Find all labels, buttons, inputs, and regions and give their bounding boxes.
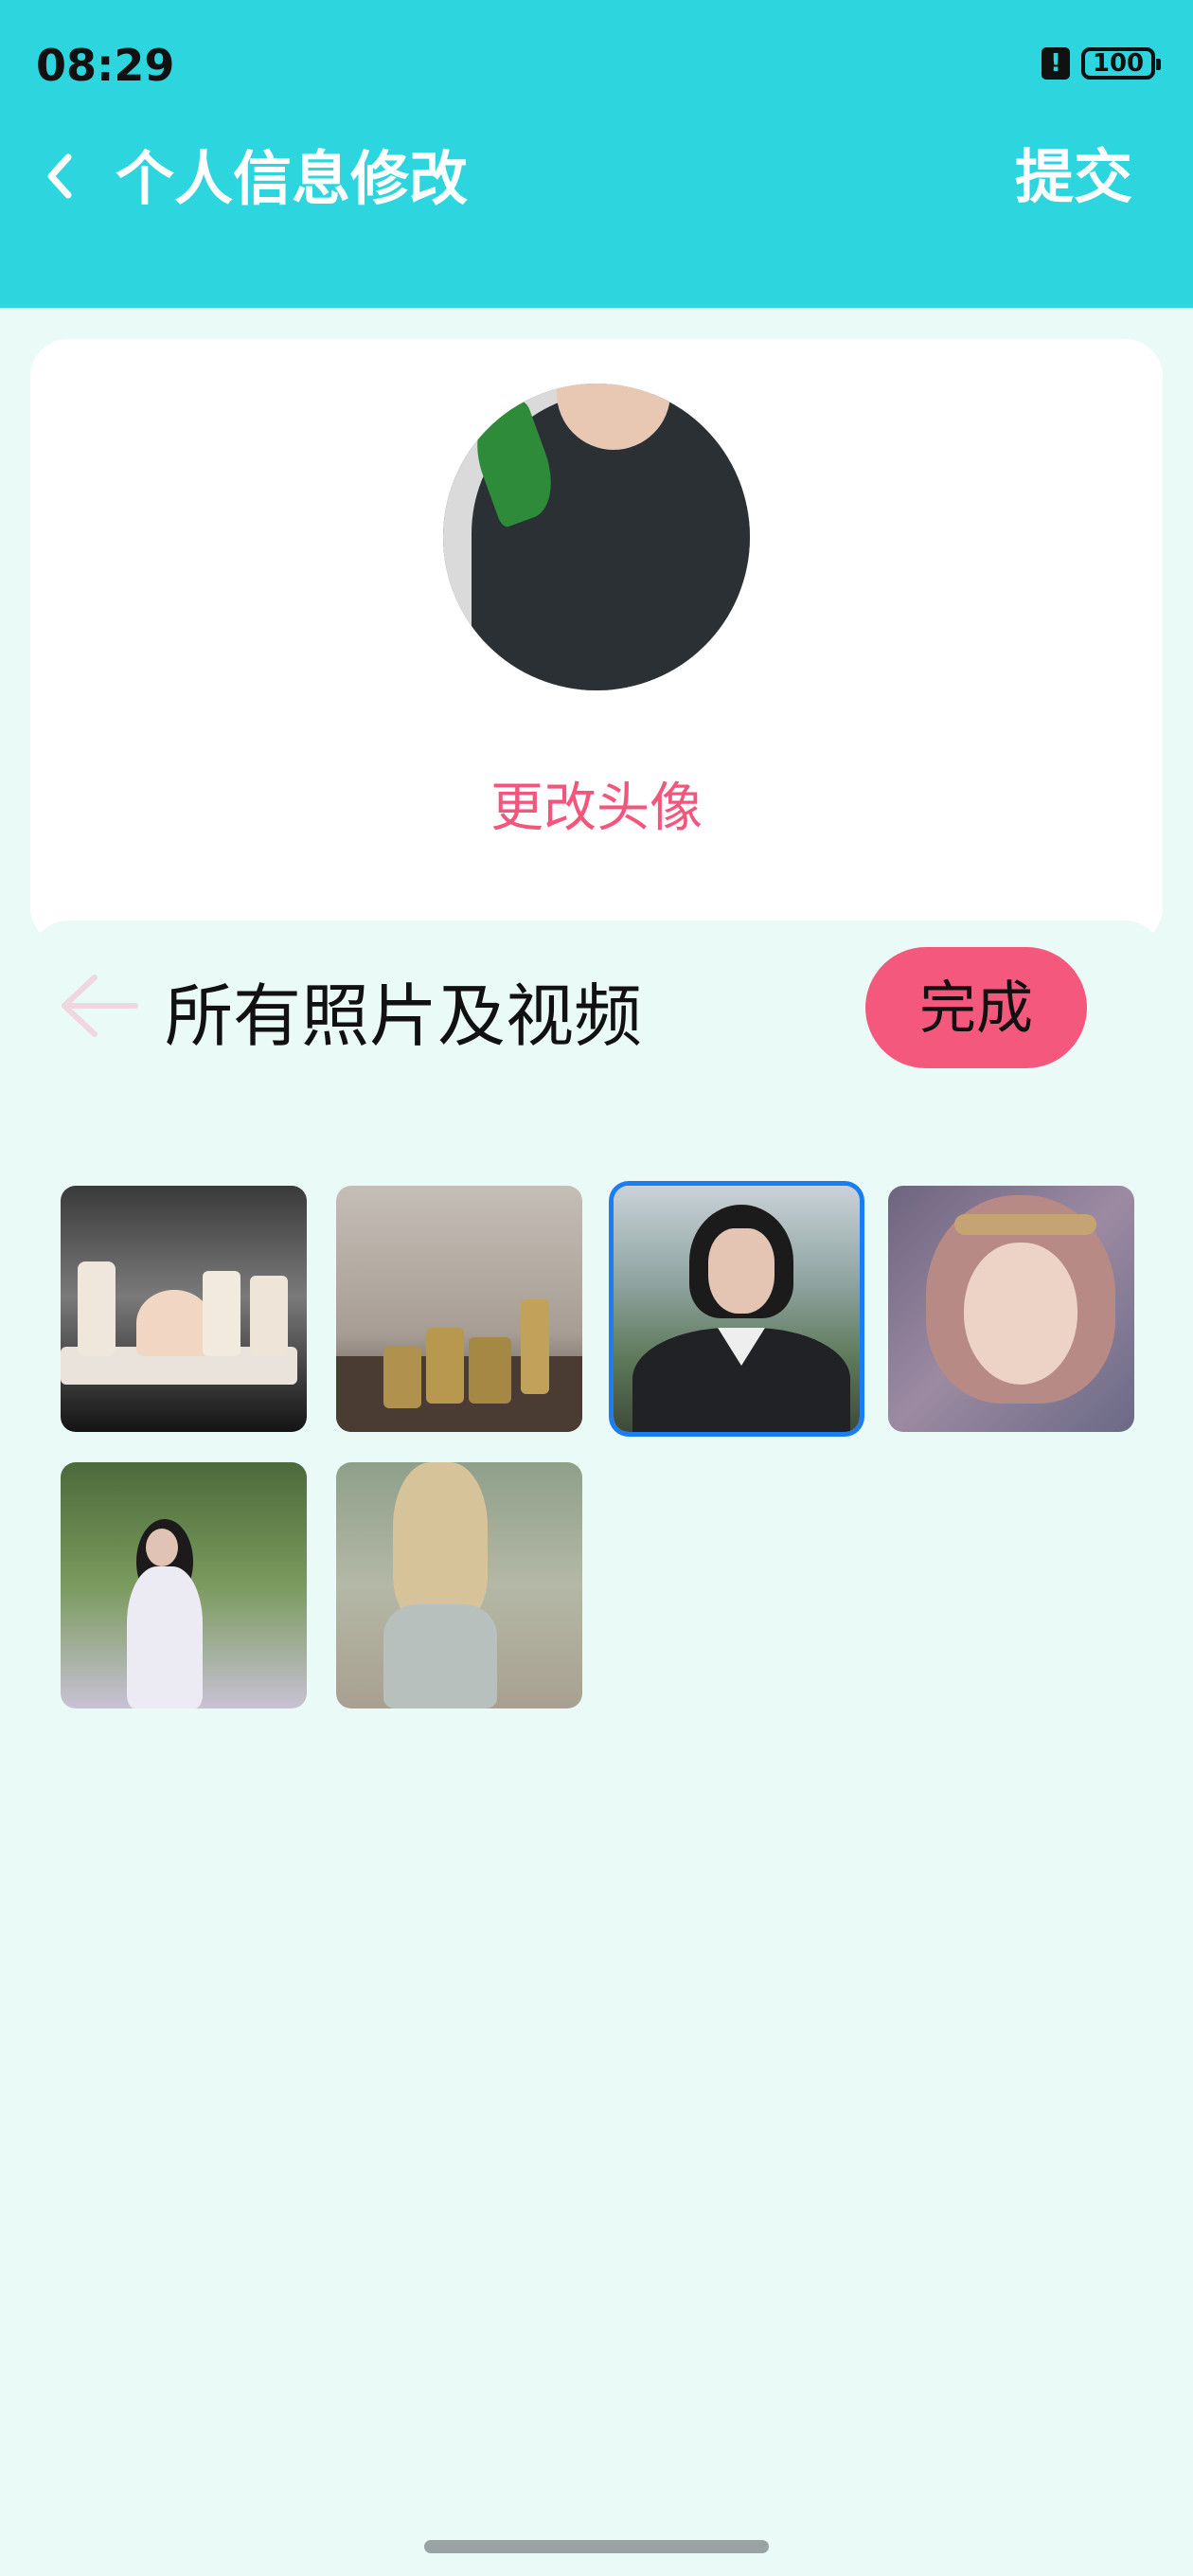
bob-hair-woman-photo[interactable] [614, 1186, 860, 1432]
status-icons: ! 100 [1042, 47, 1161, 80]
change-avatar-link[interactable]: 更改头像 [0, 765, 1193, 842]
submit-button[interactable]: 提交 [1015, 129, 1132, 214]
girl-with-headband-photo[interactable] [888, 1186, 1134, 1432]
avatar[interactable] [443, 384, 750, 690]
picker-title: 所有照片及视频 [165, 976, 643, 1056]
woman-in-forest-photo[interactable] [61, 1462, 307, 1708]
bathroom-accessories-photo[interactable] [61, 1186, 307, 1432]
brass-canisters-photo[interactable] [336, 1186, 582, 1432]
home-indicator[interactable] [424, 2540, 769, 2553]
alert-icon: ! [1042, 47, 1070, 80]
photo-picker-sheet [30, 921, 1163, 2576]
page-title: 个人信息修改 [116, 144, 469, 213]
girl-long-hair-photo[interactable] [336, 1462, 582, 1708]
done-button[interactable]: 完成 [865, 947, 1087, 1068]
back-icon[interactable] [40, 148, 78, 205]
battery-icon: 100 [1081, 47, 1161, 80]
back-arrow-icon[interactable] [55, 968, 140, 1044]
status-time: 08:29 [36, 40, 175, 91]
